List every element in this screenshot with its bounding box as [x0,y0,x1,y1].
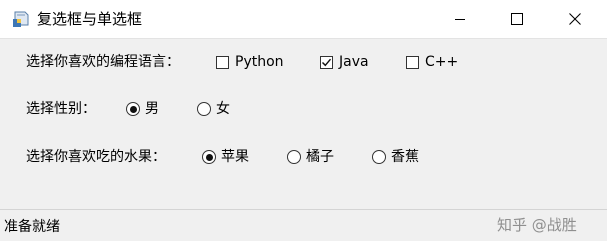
maximize-icon [511,13,523,25]
radio-orange[interactable]: 橘子 [287,148,334,166]
minimize-icon [455,19,465,20]
python-app-icon [12,10,30,28]
radio-selected-dot [129,105,137,113]
checkbox-cpp[interactable]: C++ [406,53,458,71]
radio-label: 香蕉 [391,149,419,165]
radio-female[interactable]: 女 [197,100,230,118]
checkbox-label: Java [339,54,369,70]
radio-circle[interactable] [202,150,216,164]
status-text: 准备就绪 [4,219,60,235]
radio-selected-dot [205,153,213,161]
client-area: 选择你喜欢的编程语言： Python Java C++ 选择性别： 男 女 选择… [0,39,607,209]
minimize-button[interactable] [437,0,483,38]
radio-circle[interactable] [197,102,211,116]
checkmark-icon [322,58,332,66]
radio-circle[interactable] [126,102,140,116]
checkbox-box[interactable] [320,55,333,69]
checkbox-python[interactable]: Python [216,53,284,71]
checkbox-box[interactable] [406,55,419,69]
radio-circle[interactable] [372,150,386,164]
fruits-label: 选择你喜欢吃的水果： [26,149,166,165]
radio-label: 苹果 [221,149,249,165]
close-button[interactable] [552,0,598,38]
radio-label: 男 [145,101,159,117]
checkbox-java[interactable]: Java [320,53,369,71]
window-title: 复选框与单选框 [37,10,143,28]
watermark: 知乎 @战胜 [497,216,577,234]
radio-label: 橘子 [306,149,334,165]
checkbox-box[interactable] [216,55,229,69]
radio-banana[interactable]: 香蕉 [372,148,419,166]
gender-label: 选择性别： [26,101,96,117]
radio-male[interactable]: 男 [126,100,159,118]
checkbox-label: Python [235,54,284,70]
checkbox-label: C++ [425,54,459,70]
maximize-button[interactable] [494,0,540,38]
radio-circle[interactable] [287,150,301,164]
radio-label: 女 [216,101,230,117]
close-icon [569,13,581,25]
radio-apple[interactable]: 苹果 [202,148,249,166]
languages-label: 选择你喜欢的编程语言： [26,54,180,70]
status-bar: 准备就绪 知乎 @战胜 [0,209,607,241]
title-bar[interactable]: 复选框与单选框 [0,0,607,39]
